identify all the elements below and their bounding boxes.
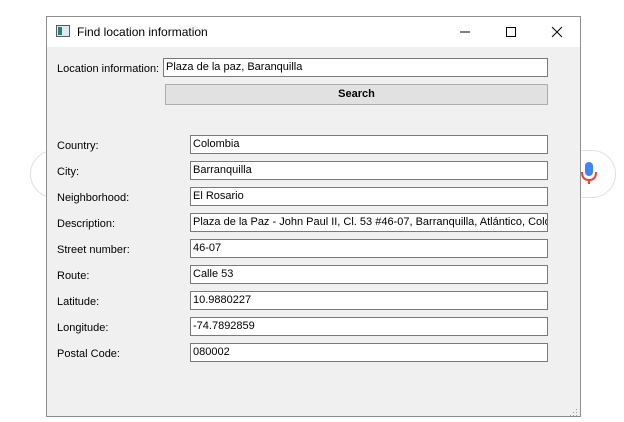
maximize-icon <box>506 27 516 37</box>
neighborhood-field[interactable]: El Rosario <box>190 187 548 206</box>
location-info-label: Location information: <box>57 63 160 75</box>
close-button[interactable] <box>534 17 580 47</box>
postal-code-label: Postal Code: <box>57 348 120 360</box>
title-bar[interactable]: Find location information <box>47 17 580 47</box>
maximize-button[interactable] <box>488 17 534 47</box>
country-field[interactable]: Colombia <box>190 135 548 154</box>
search-button[interactable]: Search <box>165 84 548 105</box>
street-number-field[interactable]: 46-07 <box>190 239 548 258</box>
description-label: Description: <box>57 218 116 230</box>
minimize-icon <box>460 31 470 33</box>
location-info-input[interactable]: Plaza de la paz, Baranquilla <box>163 58 548 77</box>
city-field[interactable]: Barranquilla <box>190 161 548 180</box>
street-number-label: Street number: <box>57 244 130 256</box>
microphone-icon[interactable] <box>579 160 599 186</box>
app-window-icon <box>56 25 70 37</box>
latitude-field[interactable]: 10.9880227 <box>190 291 548 310</box>
longitude-label: Longitude: <box>57 322 109 334</box>
postal-code-field[interactable]: 080002 <box>190 343 548 362</box>
window-title: Find location information <box>77 25 208 39</box>
find-location-window: Find location information Location infor… <box>46 16 581 417</box>
city-label: City: <box>57 166 79 178</box>
country-label: Country: <box>57 140 99 152</box>
longitude-field[interactable]: -74.7892859 <box>190 317 548 336</box>
latitude-label: Latitude: <box>57 296 100 308</box>
route-label: Route: <box>57 270 90 282</box>
minimize-button[interactable] <box>442 17 488 47</box>
neighborhood-label: Neighborhood: <box>57 192 130 204</box>
route-field[interactable]: Calle 53 <box>190 265 548 284</box>
description-field[interactable]: Plaza de la Paz - John Paul II, Cl. 53 #… <box>190 213 548 232</box>
resize-grip-icon[interactable] <box>568 404 578 416</box>
close-icon <box>551 26 563 38</box>
